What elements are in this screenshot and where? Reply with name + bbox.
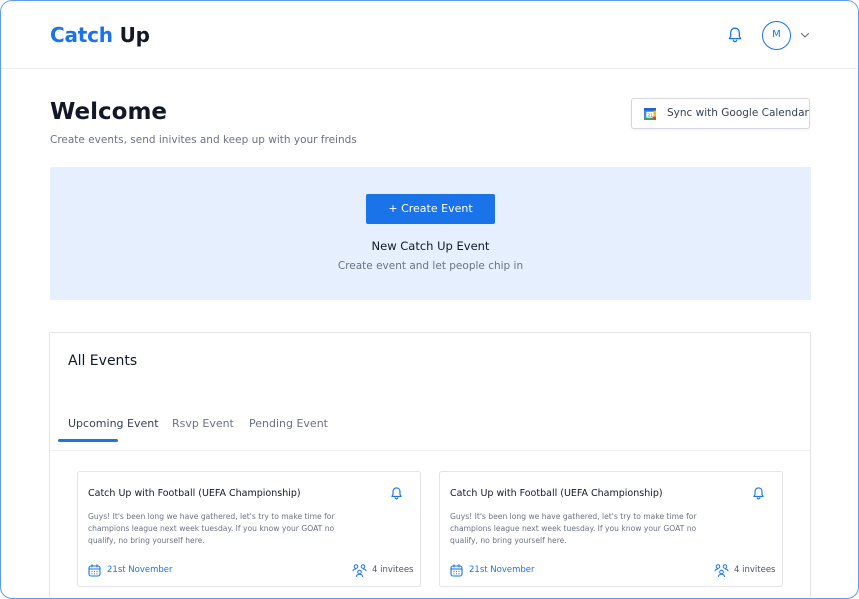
event-card[interactable]: Catch Up with Football (UEFA Championshi… (77, 471, 421, 587)
event-card-date: 21st November (107, 565, 173, 575)
calendar-icon (88, 564, 101, 577)
banner-title: New Catch Up Event (371, 239, 490, 253)
event-card-description: Guys! It's been long we have gathered, l… (450, 512, 697, 545)
event-card[interactable]: Catch Up with Football (UEFA Championshi… (439, 471, 783, 587)
sync-google-calendar-button[interactable]: 31 Sync with Google Calendar (631, 98, 810, 129)
calendar-icon (450, 564, 463, 577)
top-header: Catch Up M (1, 1, 858, 69)
tab-pending-event[interactable]: Pending Event (249, 417, 328, 430)
logo-accent-text: Catch (50, 23, 113, 47)
google-calendar-icon: 31 (644, 108, 656, 120)
avatar[interactable]: M (762, 21, 791, 50)
all-events-panel: All Events Upcoming Event Rsvp Event Pen… (49, 332, 811, 598)
event-card-title: Catch Up with Football (UEFA Championshi… (450, 488, 663, 499)
tab-upcoming-event[interactable]: Upcoming Event (68, 417, 159, 430)
event-card-title: Catch Up with Football (UEFA Championshi… (88, 488, 301, 499)
events-section-title: All Events (68, 353, 138, 369)
tab-rsvp-event[interactable]: Rsvp Event (172, 417, 234, 430)
app-window: Catch Up M Welcome Create events, send i… (0, 0, 859, 599)
bell-icon[interactable] (752, 486, 765, 501)
event-card-invitees: 4 invitees (372, 565, 414, 575)
people-icon (714, 564, 729, 578)
event-card-date: 21st November (469, 565, 535, 575)
app-logo[interactable]: Catch Up (50, 23, 150, 47)
page-subtitle: Create events, send inivites and keep up… (50, 134, 357, 146)
bell-icon[interactable] (727, 26, 743, 44)
svg-text:31: 31 (647, 113, 653, 119)
banner-subtitle: Create event and let people chip in (337, 260, 524, 272)
people-icon (352, 564, 367, 578)
page-title: Welcome (50, 99, 168, 125)
bell-icon[interactable] (390, 486, 403, 501)
event-card-description: Guys! It's been long we have gathered, l… (88, 512, 335, 545)
sync-button-label: Sync with Google Calendar (667, 107, 809, 119)
logo-rest-text: Up (119, 23, 150, 47)
create-event-banner: + Create Event New Catch Up Event Create… (50, 167, 811, 300)
create-event-button[interactable]: + Create Event (366, 194, 495, 224)
event-card-invitees: 4 invitees (734, 565, 776, 575)
chevron-down-icon[interactable] (800, 31, 810, 39)
active-tab-indicator (58, 439, 118, 442)
tab-divider (50, 450, 810, 451)
